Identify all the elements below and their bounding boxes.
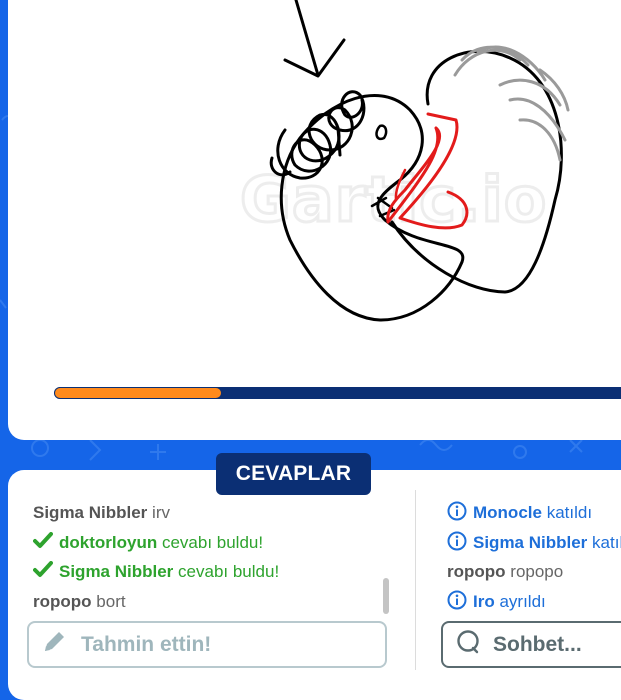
- chat-list: Monocle katıldı Sigma Nibbler katıldı ro…: [447, 500, 621, 618]
- player-name: Monocle: [473, 503, 542, 522]
- player-name: doktorloyun: [59, 532, 158, 552]
- player-name: Sigma Nibbler: [473, 532, 588, 552]
- chat-text: ropopo: [510, 562, 564, 581]
- chat-message: Sigma Nibbler katıldı: [447, 530, 621, 560]
- guess-input[interactable]: [79, 631, 363, 658]
- info-icon: [447, 531, 467, 558]
- player-name: Iro: [473, 591, 495, 611]
- player-name: ropopo: [447, 562, 506, 581]
- answer-message: Sigma Nibbler cevabı buldu!: [33, 559, 378, 589]
- chat-message: ropopo ropopo: [447, 559, 621, 589]
- answers-scrollbar[interactable]: [383, 578, 389, 614]
- chat-message: Monocle katıldı: [447, 500, 621, 530]
- guess-text: cevabı buldu!: [161, 532, 264, 552]
- answer-message: ropopo bort: [33, 589, 378, 619]
- chat-text: katıldı: [592, 532, 621, 552]
- answer-message: Sigma Nibbler irv: [33, 500, 378, 530]
- player-name: Sigma Nibbler: [59, 562, 174, 581]
- chat-text: ayrıldı: [499, 591, 546, 611]
- player-drawing: [269, 0, 570, 322]
- chat-input[interactable]: [491, 631, 621, 658]
- answer-message: doktorloyun cevabı buldu!: [33, 530, 378, 560]
- chat-bubble-icon: [455, 629, 481, 660]
- player-name: ropopo: [33, 591, 92, 611]
- guess-text: bort: [96, 591, 126, 611]
- round-timer-bar: [54, 387, 621, 399]
- info-icon: [447, 590, 467, 617]
- chat-input-box[interactable]: [441, 621, 621, 668]
- guess-text: irv: [152, 503, 170, 522]
- info-icon: [447, 501, 467, 528]
- answers-tab[interactable]: CEVAPLAR: [216, 453, 371, 495]
- check-icon: [33, 561, 53, 586]
- panel-divider: [415, 490, 416, 670]
- chat-text: katıldı: [546, 503, 593, 522]
- player-name: Sigma Nibbler: [33, 503, 148, 522]
- pencil-icon: [41, 629, 67, 660]
- round-timer-fill: [54, 387, 222, 399]
- answers-list: Sigma Nibbler irv doktorloyun cevabı bul…: [33, 500, 378, 618]
- chat-message: Iro ayrıldı: [447, 589, 621, 619]
- guess-input-box[interactable]: [27, 621, 387, 668]
- guess-text: cevabı buldu!: [178, 562, 280, 581]
- drawing-canvas[interactable]: Gartic.io: [8, 0, 621, 440]
- check-icon: [33, 531, 53, 557]
